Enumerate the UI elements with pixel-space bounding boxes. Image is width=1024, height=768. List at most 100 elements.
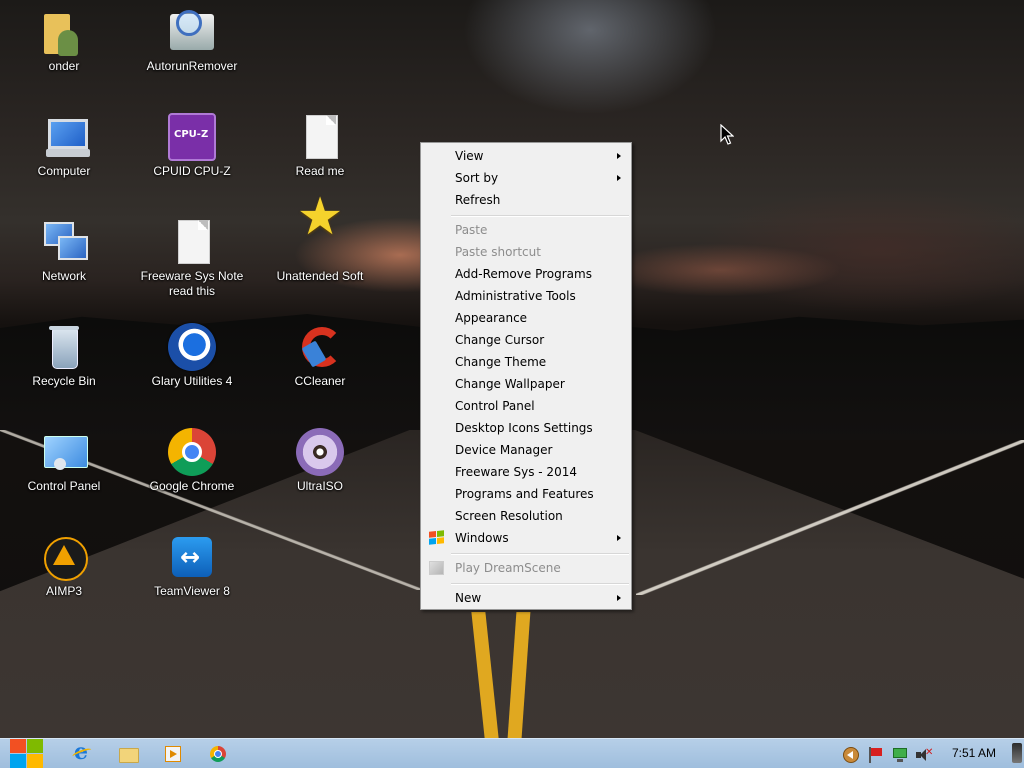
start-button[interactable] <box>10 739 44 768</box>
desktop-icon-label: Recycle Bin <box>32 374 96 388</box>
ultraiso-icon <box>296 428 344 476</box>
menu-item-new[interactable]: New <box>423 587 629 609</box>
menu-item-play-dreamscene: Play DreamScene <box>423 557 629 579</box>
menu-item-label: Paste shortcut <box>455 245 541 259</box>
menu-item-label: New <box>455 591 482 605</box>
control-panel-icon <box>40 428 88 476</box>
desktop-icon-onder[interactable]: onder <box>0 8 128 74</box>
desktop-icon-label: Unattended Soft <box>276 269 364 283</box>
menu-item-label: Appearance <box>455 311 528 325</box>
menu-item-label: Paste <box>455 223 488 237</box>
menu-item-paste: Paste <box>423 219 629 241</box>
desktop-icon-label: onder <box>48 59 80 73</box>
desktop-icon-cpu-z[interactable]: CPUID CPU-Z <box>128 113 256 179</box>
desktop-icon-aimp3[interactable]: AIMP3 <box>0 533 128 599</box>
menu-item-label: Desktop Icons Settings <box>455 421 593 435</box>
menu-item-label: Change Theme <box>455 355 547 369</box>
teamviewer-icon <box>168 533 216 581</box>
desktop-icon-computer[interactable]: Computer <box>0 113 128 179</box>
menu-item-add-remove-programs[interactable]: Add-Remove Programs <box>423 263 629 285</box>
document-icon <box>296 113 344 161</box>
desktop-icon-read-me[interactable]: Read me <box>256 113 384 179</box>
desktop-icon-label: AIMP3 <box>45 584 82 598</box>
autorun-remover-icon <box>168 8 216 56</box>
menu-item-label: Refresh <box>455 193 501 207</box>
windows-flag-icon <box>429 530 444 546</box>
glary-utilities-icon <box>168 323 216 371</box>
desktop-icon-freeware-sys-note[interactable]: Freeware Sys Note read this <box>128 218 256 299</box>
menu-item-desktop-icons-settings[interactable]: Desktop Icons Settings <box>423 417 629 439</box>
submenu-arrow-icon <box>617 535 621 541</box>
back-arrow-icon[interactable] <box>843 747 859 763</box>
desktop-icon-label: Glary Utilities 4 <box>151 374 233 388</box>
menu-item-label: Add-Remove Programs <box>455 267 592 281</box>
menu-item-label: View <box>455 149 484 163</box>
document-icon <box>168 218 216 266</box>
menu-item-label: Change Wallpaper <box>455 377 565 391</box>
desktop-icon-teamviewer[interactable]: TeamViewer 8 <box>128 533 256 599</box>
menu-item-windows[interactable]: Windows <box>423 527 629 549</box>
desktop-icon-network[interactable]: Network <box>0 218 128 284</box>
menu-separator <box>451 215 629 217</box>
desktop-context-menu: View Sort by Refresh Paste Paste shortcu… <box>420 142 632 610</box>
desktop-icon-label: Control Panel <box>27 479 101 493</box>
menu-item-label: Programs and Features <box>455 487 594 501</box>
menu-item-label: Screen Resolution <box>455 509 563 523</box>
menu-item-sort-by[interactable]: Sort by <box>423 167 629 189</box>
submenu-arrow-icon <box>617 595 621 601</box>
desktop-icon-glary-utilities[interactable]: Glary Utilities 4 <box>128 323 256 389</box>
menu-item-label: Control Panel <box>455 399 535 413</box>
network-icon <box>40 218 88 266</box>
desktop-icon-autorunremover[interactable]: AutorunRemover <box>128 8 256 74</box>
desktop-icon-ccleaner[interactable]: CCleaner <box>256 323 384 389</box>
desktop-icon-label: Network <box>41 269 86 283</box>
menu-item-label: Administrative Tools <box>455 289 576 303</box>
desktop-icon-label: CCleaner <box>294 374 346 388</box>
menu-item-appearance[interactable]: Appearance <box>423 307 629 329</box>
menu-item-label: Play DreamScene <box>455 561 561 575</box>
action-center-flag-icon[interactable] <box>867 747 883 763</box>
taskbar-clock[interactable]: 7:51 AM <box>944 739 1004 768</box>
mute-mark-icon: ✕ <box>925 747 934 758</box>
internet-explorer-icon[interactable] <box>72 739 92 765</box>
cpu-z-icon <box>168 113 216 161</box>
menu-item-administrative-tools[interactable]: Administrative Tools <box>423 285 629 307</box>
folder-icon[interactable] <box>118 744 139 764</box>
show-desktop-button[interactable] <box>1010 739 1024 768</box>
submenu-arrow-icon <box>617 175 621 181</box>
media-player-icon[interactable] <box>164 744 184 764</box>
menu-item-label: Freeware Sys - 2014 <box>455 465 577 479</box>
desktop-icon-label: CPUID CPU-Z <box>153 164 231 178</box>
menu-item-label: Change Cursor <box>455 333 545 347</box>
desktop-icon-label: Read me <box>295 164 345 178</box>
desktop-icon-label: Computer <box>37 164 91 178</box>
desktop-icon-unattended-soft[interactable]: Unattended Soft <box>256 210 384 284</box>
submenu-arrow-icon <box>617 153 621 159</box>
menu-item-control-panel[interactable]: Control Panel <box>423 395 629 417</box>
menu-item-change-cursor[interactable]: Change Cursor <box>423 329 629 351</box>
menu-separator <box>451 553 629 555</box>
wallpaper-road-edge-right <box>636 440 1024 595</box>
desktop-icon-google-chrome[interactable]: Google Chrome <box>128 428 256 494</box>
desktop-icon-ultraiso[interactable]: UltraISO <box>256 428 384 494</box>
menu-item-view[interactable]: View <box>423 145 629 167</box>
menu-item-refresh[interactable]: Refresh <box>423 189 629 211</box>
menu-item-change-wallpaper[interactable]: Change Wallpaper <box>423 373 629 395</box>
chrome-icon[interactable] <box>210 746 226 762</box>
user-folder-icon <box>40 8 88 56</box>
recycle-bin-icon <box>40 323 88 371</box>
menu-item-change-theme[interactable]: Change Theme <box>423 351 629 373</box>
menu-item-device-manager[interactable]: Device Manager <box>423 439 629 461</box>
ccleaner-icon <box>296 323 344 371</box>
menu-item-label: Windows <box>455 531 509 545</box>
desktop-icon-recycle-bin[interactable]: Recycle Bin <box>0 323 128 389</box>
network-icon[interactable] <box>892 747 908 763</box>
menu-item-paste-shortcut: Paste shortcut <box>423 241 629 263</box>
desktop-icon-control-panel[interactable]: Control Panel <box>0 428 128 494</box>
menu-item-screen-resolution[interactable]: Screen Resolution <box>423 505 629 527</box>
menu-item-freeware-sys-2014[interactable]: Freeware Sys - 2014 <box>423 461 629 483</box>
mouse-cursor-icon <box>720 124 734 145</box>
menu-separator <box>451 583 629 585</box>
menu-item-label: Sort by <box>455 171 499 185</box>
menu-item-programs-and-features[interactable]: Programs and Features <box>423 483 629 505</box>
